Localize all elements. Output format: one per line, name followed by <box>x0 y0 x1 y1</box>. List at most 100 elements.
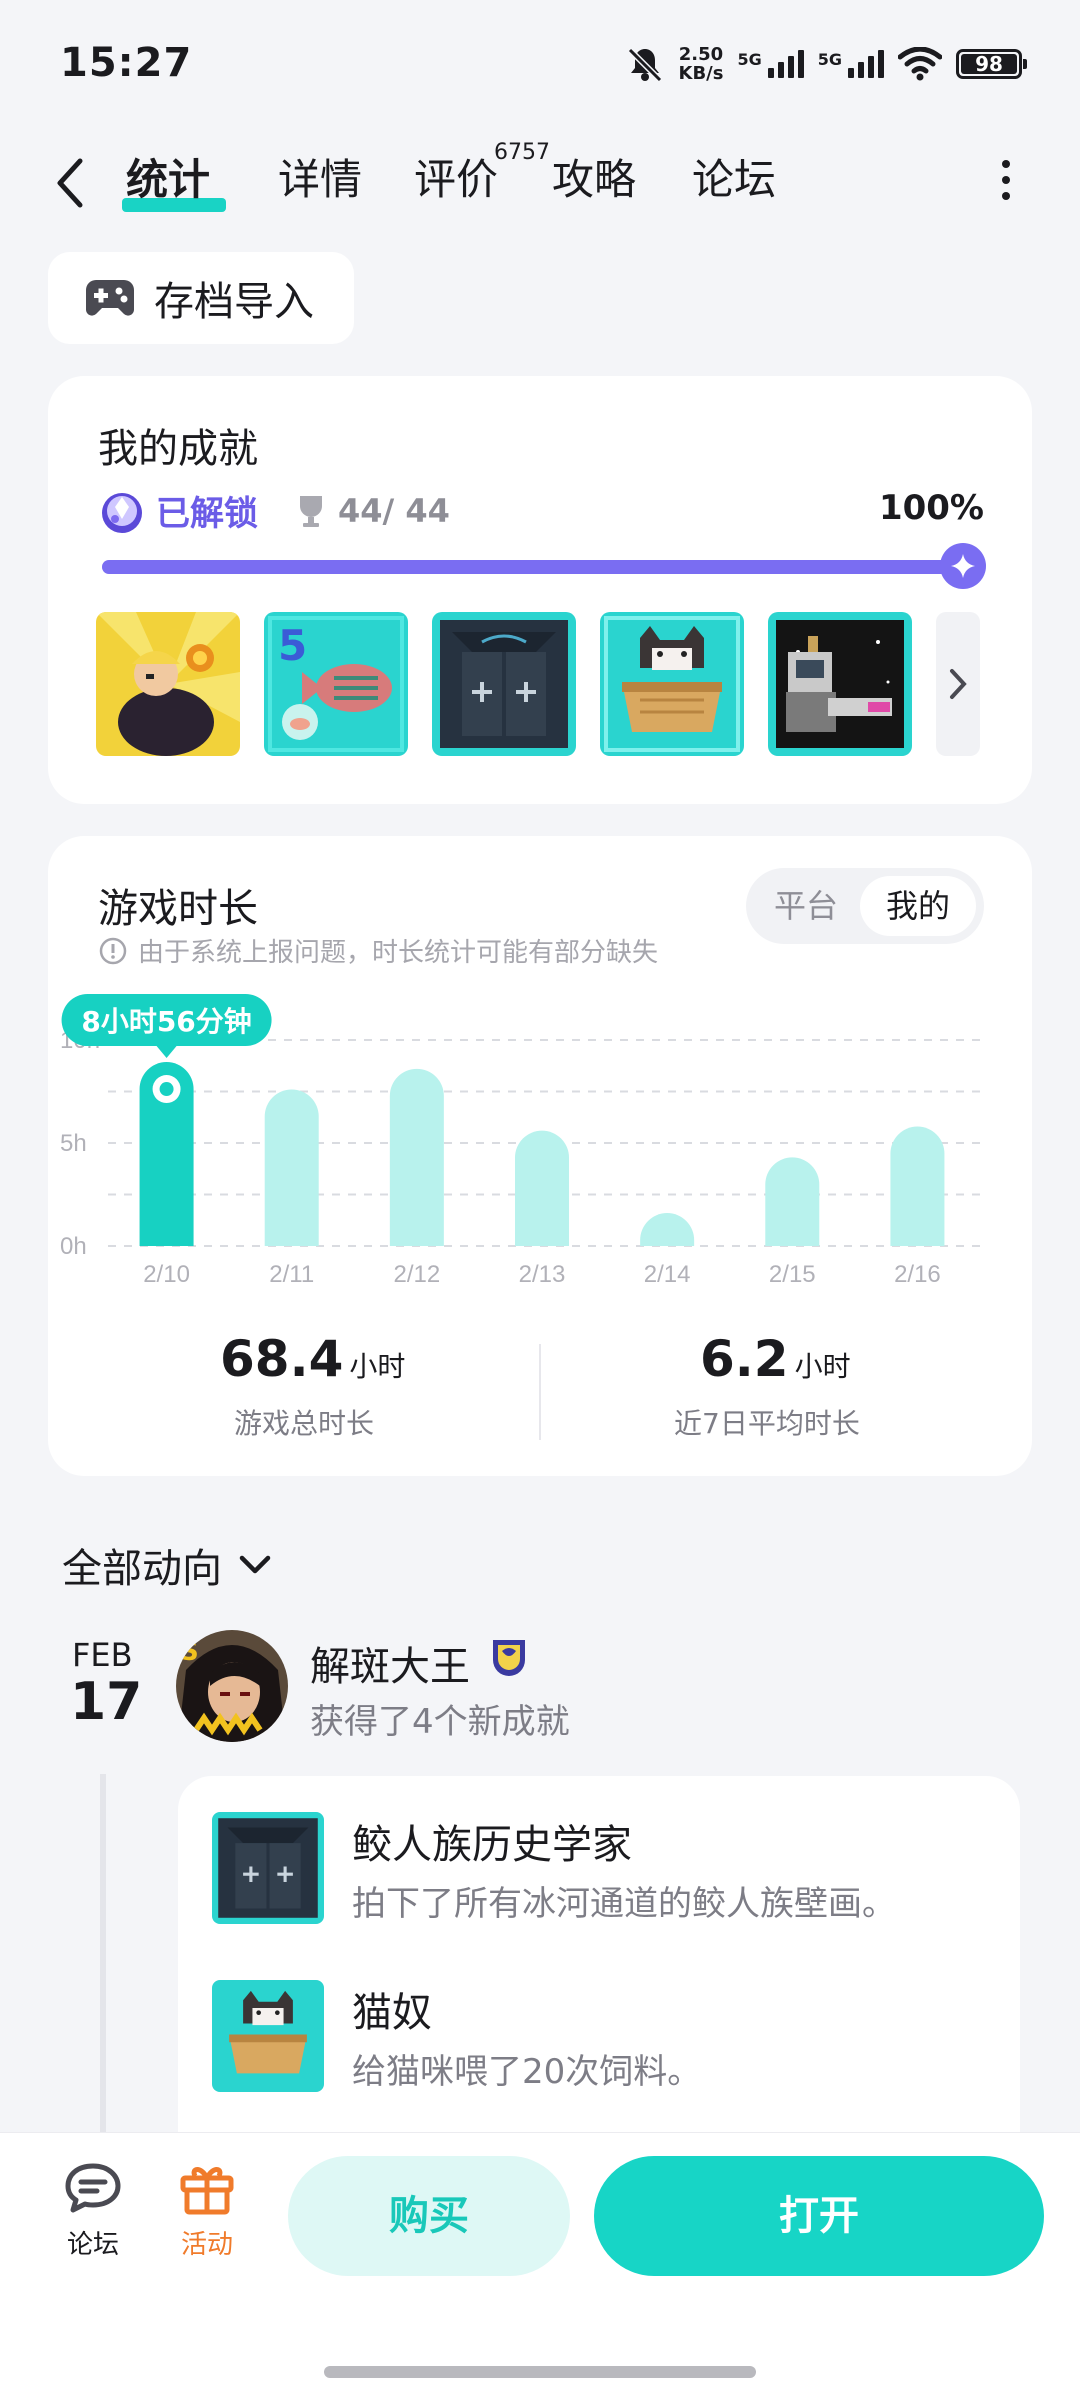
bar-tooltip-pointer <box>156 1046 177 1059</box>
achievements-more-button[interactable] <box>936 612 980 756</box>
avg-playtime: 6.2 小时 <box>700 1330 851 1388</box>
svg-text:S: S <box>180 1637 199 1667</box>
achievement-icon-cloaks <box>212 1812 324 1924</box>
more-options-icon[interactable] <box>996 160 1016 200</box>
tab-forum[interactable]: 论坛 <box>692 150 776 210</box>
total-playtime-unit: 小时 <box>349 1350 406 1383</box>
list-item[interactable]: 鲛人族历史学家 拍下了所有冰河通道的鲛人族壁画。 <box>212 1812 896 1925</box>
feed-item-name: 鲛人族历史学家 <box>352 1822 632 1868</box>
timeline-line <box>100 1774 106 2134</box>
x-tick-label: 2/15 <box>769 1261 816 1288</box>
open-button[interactable]: 打开 <box>594 2156 1044 2276</box>
x-tick-label: 2/14 <box>644 1261 691 1288</box>
y-tick-label: 5h <box>60 1130 87 1157</box>
bar-2/15 <box>765 1157 820 1246</box>
status-icons: 2.50 KB/s 5G 5G 98 <box>625 44 1027 84</box>
playtime-bar-chart: 0h5h10h8小时56分钟2/102/112/122/132/142/152/… <box>60 994 984 1288</box>
achievement-icon-cat <box>212 1980 324 2092</box>
avg-playtime-value: 6.2 <box>700 1330 789 1388</box>
achievement-icon-cat[interactable] <box>600 612 744 756</box>
activity-filter[interactable]: 全部动向 <box>62 1536 272 1594</box>
gift-icon <box>180 2167 234 2215</box>
mute-bell-icon <box>627 47 662 83</box>
avg-playtime-unit: 小时 <box>794 1350 851 1383</box>
user-level-badge-icon <box>493 1640 525 1676</box>
stats-divider <box>539 1344 541 1440</box>
battery-icon: 98 <box>956 49 1027 79</box>
playtime-note-text: 由于系统上报问题，时长统计可能有部分缺失 <box>138 938 659 968</box>
playtime-note: 由于系统上报问题，时长统计可能有部分缺失 <box>98 932 658 969</box>
feed-user-name[interactable]: 解斑大王 <box>310 1634 470 1692</box>
tab-reviews[interactable]: 评价 <box>414 150 498 210</box>
back-arrow-icon[interactable] <box>50 155 90 211</box>
feed-date-month: FEB <box>72 1636 133 1674</box>
bar-2/12 <box>389 1068 444 1246</box>
net-speed-value: 2.50 <box>678 44 724 65</box>
feed-user-action: 获得了4个新成就 <box>310 1702 570 1742</box>
net-speed-unit: KB/s <box>678 63 724 84</box>
feed-item-name: 猫奴 <box>352 1990 432 2036</box>
x-tick-label: 2/12 <box>393 1261 440 1288</box>
save-import-label: 存档导入 <box>154 279 314 325</box>
toggle-mine[interactable]: 我的 <box>860 876 976 936</box>
achievement-icon-fish[interactable]: 5 <box>264 612 408 756</box>
info-icon <box>99 937 127 964</box>
total-playtime-value: 68.4 <box>220 1330 344 1388</box>
battery-level: 98 <box>961 54 1017 74</box>
trophy-count: 44/ 44 <box>338 491 450 530</box>
bottom-forum-label: 论坛 <box>66 2230 119 2260</box>
net-speed: 2.50 KB/s <box>679 45 724 83</box>
signal-2-icon: 5G <box>818 50 884 78</box>
signal-1-icon: 5G <box>737 50 804 78</box>
signal-2-label: 5G <box>817 50 842 69</box>
crystal-badge-icon <box>102 492 142 533</box>
tab-details[interactable]: 详情 <box>278 150 362 210</box>
bar-2/16 <box>890 1126 945 1246</box>
bottom-event-button[interactable]: 活动 <box>162 2160 252 2261</box>
feed-item-desc: 给猫咪喂了20次饲料。 <box>352 2052 702 2092</box>
bottom-event-label: 活动 <box>180 2230 233 2260</box>
bar-2/14 <box>640 1213 695 1246</box>
unlocked-label: 已解锁 <box>156 494 258 534</box>
achievement-percent: 100% <box>878 488 984 528</box>
status-time: 15:27 <box>60 40 193 86</box>
unlock-status: 已解锁 44/ 44 <box>98 486 450 535</box>
total-playtime: 68.4 小时 <box>220 1330 405 1388</box>
sparkle-icon <box>940 543 986 589</box>
review-count-badge: 6757 <box>494 140 550 165</box>
list-item[interactable]: 猫奴 给猫咪喂了20次饲料。 <box>212 1980 701 2093</box>
avatar[interactable]: S <box>176 1630 288 1742</box>
achievements-title: 我的成就 <box>98 426 258 472</box>
achievement-icon-cloaks[interactable] <box>432 612 576 756</box>
playtime-title: 游戏时长 <box>98 886 258 932</box>
toggle-platform[interactable]: 平台 <box>752 876 860 936</box>
wifi-icon <box>898 47 942 81</box>
tab-guides[interactable]: 攻略 <box>552 150 636 210</box>
bottom-forum-button[interactable]: 论坛 <box>48 2160 138 2261</box>
feed-date-day: 17 <box>70 1672 143 1732</box>
y-tick-label: 0h <box>60 1233 87 1260</box>
home-indicator[interactable] <box>324 2366 756 2378</box>
bar-2/13 <box>515 1130 569 1246</box>
x-tick-label: 2/10 <box>143 1261 190 1288</box>
achievement-icon-miner[interactable] <box>96 612 240 756</box>
achievement-icon-space[interactable] <box>768 612 912 756</box>
chevron-down-icon <box>239 1555 271 1574</box>
chevron-right-icon <box>950 669 967 699</box>
buy-button[interactable]: 购买 <box>288 2156 570 2276</box>
tab-stats[interactable]: 统计 <box>126 150 210 210</box>
x-tick-label: 2/16 <box>894 1261 941 1288</box>
trophy-icon <box>300 495 322 527</box>
activity-filter-label: 全部动向 <box>62 1546 222 1592</box>
x-tick-label: 2/11 <box>269 1261 314 1288</box>
achievement-icons-row: 5 <box>96 612 912 756</box>
gamepad-icon <box>86 280 134 316</box>
bar-marker-dot <box>159 1082 174 1097</box>
feed-item-desc: 拍下了所有冰河通道的鲛人族壁画。 <box>352 1884 896 1924</box>
save-import-button[interactable]: 存档导入 <box>48 252 354 344</box>
bar-2/11 <box>264 1089 319 1246</box>
signal-1-label: 5G <box>737 50 762 69</box>
svg-text:5: 5 <box>278 621 307 670</box>
bar-tooltip-text: 8小时56分钟 <box>81 1005 251 1038</box>
avg-playtime-label: 近7日平均时长 <box>674 1407 860 1440</box>
